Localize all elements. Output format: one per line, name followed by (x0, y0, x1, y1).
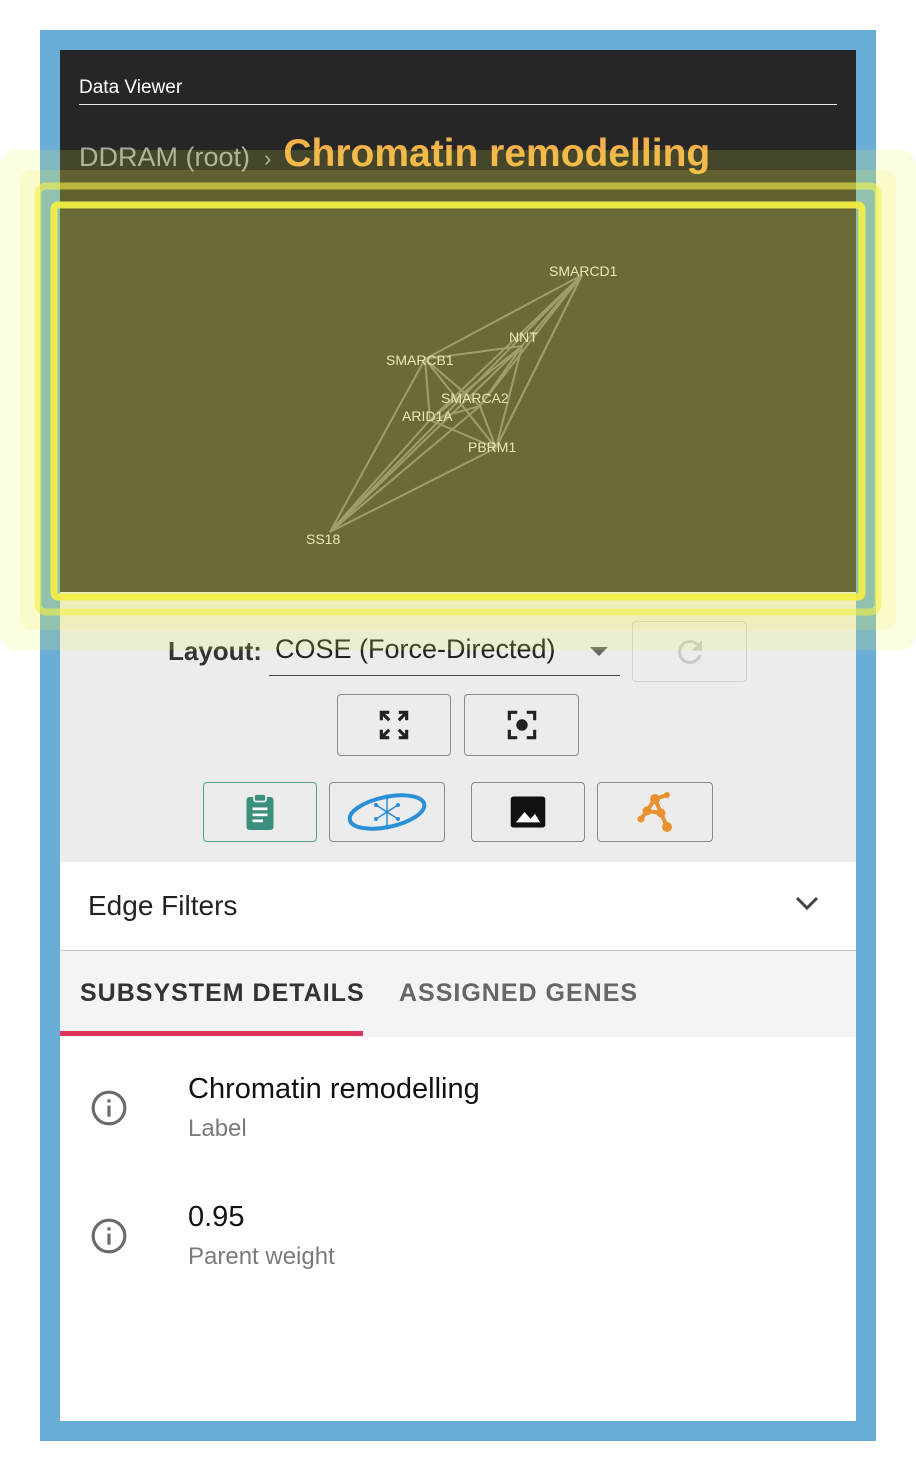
breadcrumb: DDRAM (root) › Chromatin remodelling (79, 132, 710, 176)
header-divider (79, 104, 837, 105)
open-in-cytoscape-button[interactable] (597, 782, 713, 842)
center-focus-icon (507, 710, 536, 740)
window-title: Data Viewer (79, 77, 183, 98)
network-node[interactable]: ARID1A (402, 408, 453, 424)
layout-selected-value: COSE (Force-Directed) (275, 634, 556, 664)
tab-subsystem-details[interactable]: SUBSYSTEM DETAILS (80, 979, 365, 1008)
breadcrumb-root[interactable]: DDRAM (root) (79, 142, 250, 173)
data-viewer-panel: Data Viewer DDRAM (root) › Chromatin rem… (60, 50, 856, 1421)
detail-value: 0.95 (188, 1201, 245, 1233)
detail-label: Label (188, 1115, 247, 1142)
refresh-layout-button[interactable] (632, 621, 747, 682)
detail-value: Chromatin remodelling (188, 1073, 480, 1105)
network-node[interactable]: SMARCB1 (386, 352, 454, 368)
fit-screen-icon (379, 710, 409, 740)
list-item: 0.95 Parent weight (60, 1193, 856, 1303)
cytoscape-icon (637, 792, 672, 832)
active-tab-indicator (60, 1031, 363, 1036)
breadcrumb-current: Chromatin remodelling (283, 132, 711, 175)
info-icon (91, 1090, 127, 1126)
edge-filters-panel[interactable]: Edge Filters (60, 862, 856, 952)
detail-tabs: SUBSYSTEM DETAILS ASSIGNED GENES (60, 951, 856, 1037)
center-view-button[interactable] (464, 694, 579, 756)
network-node[interactable]: SS18 (306, 531, 340, 547)
copy-to-clipboard-button[interactable] (203, 782, 317, 842)
clipboard-icon (246, 793, 274, 830)
header: Data Viewer DDRAM (root) › Chromatin rem… (60, 50, 856, 210)
export-image-button[interactable] (471, 782, 585, 842)
layout-select[interactable]: COSE (Force-Directed) (269, 628, 620, 676)
tab-assigned-genes[interactable]: ASSIGNED GENES (399, 979, 638, 1008)
network-node[interactable]: PBRM1 (468, 439, 516, 455)
fit-view-button[interactable] (337, 694, 451, 756)
network-node[interactable]: SMARCA2 (441, 390, 509, 406)
chevron-down-icon[interactable] (794, 894, 820, 912)
layout-label: Layout: (168, 636, 262, 666)
detail-label: Parent weight (188, 1243, 335, 1270)
edge-filters-label: Edge Filters (88, 890, 238, 921)
dropdown-caret-icon (590, 647, 608, 656)
image-icon (510, 796, 546, 828)
info-icon (91, 1218, 127, 1254)
ontology-button[interactable] (329, 782, 445, 842)
ontology-icon (347, 793, 427, 831)
list-item: Chromatin remodelling Label (60, 1065, 856, 1175)
network-node[interactable]: SMARCD1 (549, 263, 618, 279)
breadcrumb-separator: › (264, 146, 272, 171)
network-view[interactable]: SMARCD1 NNT SMARCB1 SMARCA2 ARID1A PBRM1… (60, 210, 856, 592)
subsystem-details-list: Chromatin remodelling Label 0.95 Parent … (60, 1037, 856, 1421)
refresh-icon (677, 639, 702, 664)
network-node[interactable]: NNT (509, 329, 538, 345)
